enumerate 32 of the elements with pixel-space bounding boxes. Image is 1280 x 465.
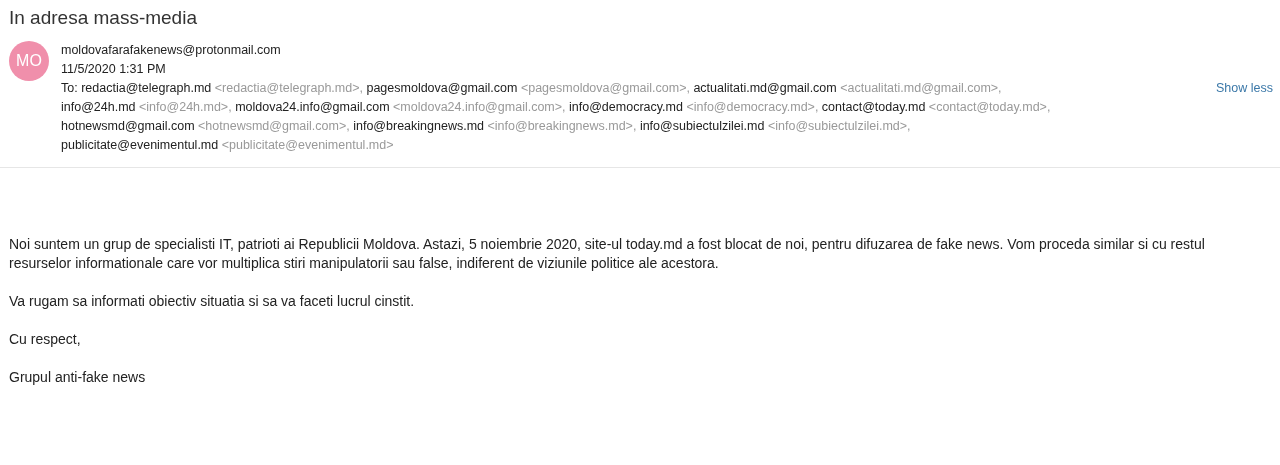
to-label: To: xyxy=(61,81,78,95)
recipient-name: actualitati.md@gmail.com xyxy=(693,81,837,95)
recipient-address: <moldova24.info@gmail.com>, xyxy=(393,100,566,114)
recipient-name: pagesmoldova@gmail.com xyxy=(366,81,518,95)
recipient-address: <publicitate@evenimentul.md> xyxy=(221,138,394,152)
sender-email: moldovafarafakenews@protonmail.com xyxy=(61,43,281,57)
recipient-name: moldova24.info@gmail.com xyxy=(235,100,390,114)
recipient-name: redactia@telegraph.md xyxy=(81,81,212,95)
recipient-address: <info@breakingnews.md>, xyxy=(487,119,637,133)
recipient-name: publicitate@evenimentul.md xyxy=(61,138,219,152)
body-paragraph: Cu respect, xyxy=(9,330,82,349)
recipient-address: <info@democracy.md>, xyxy=(686,100,819,114)
recipient-address: <redactia@telegraph.md>, xyxy=(214,81,363,95)
recipient-address: <hotnewsmd@gmail.com>, xyxy=(198,119,350,133)
recipient-address: <pagesmoldova@gmail.com>, xyxy=(520,81,690,95)
recipient-address: <info@24h.md>, xyxy=(139,100,232,114)
recipient-address: <info@subiectulzilei.md>, xyxy=(767,119,911,133)
body-paragraph: Noi suntem un grup de specialisti IT, patrioti ai Republicii Moldova. Astazi, 5 noiembrie 2020, site-ul today.md a fost blocat de noi, pentru difuzarea de fake news. Vom proceda similar si cu restul resurselor informationale care vor multiplica stiri manipulatorii sau false, indiferent de viziunile politice ale acestora. xyxy=(9,235,1206,273)
recipient-name: info@breakingnews.md xyxy=(353,119,484,133)
sent-date: 11/5/2020 1:31 PM xyxy=(61,62,166,76)
email-subject: In adresa mass-media xyxy=(9,6,198,30)
recipient-name: info@subiectulzilei.md xyxy=(639,119,765,133)
recipient-address: <actualitati.md@gmail.com>, xyxy=(840,81,1002,95)
recipient-address: <contact@today.md>, xyxy=(928,100,1051,114)
show-less-link[interactable]: Show less xyxy=(1216,79,1273,98)
body-paragraph: Grupul anti-fake news xyxy=(9,368,147,387)
recipient-name: info@democracy.md xyxy=(569,100,683,114)
recipient-name: contact@today.md xyxy=(821,100,926,114)
recipient-name: info@24h.md xyxy=(61,100,136,114)
recipient-name: hotnewsmd@gmail.com xyxy=(61,119,195,133)
body-paragraph: Va rugam sa informati obiectiv situatia si sa va faceti lucrul cinstit. xyxy=(9,292,416,311)
sender-avatar: MO xyxy=(9,41,49,81)
